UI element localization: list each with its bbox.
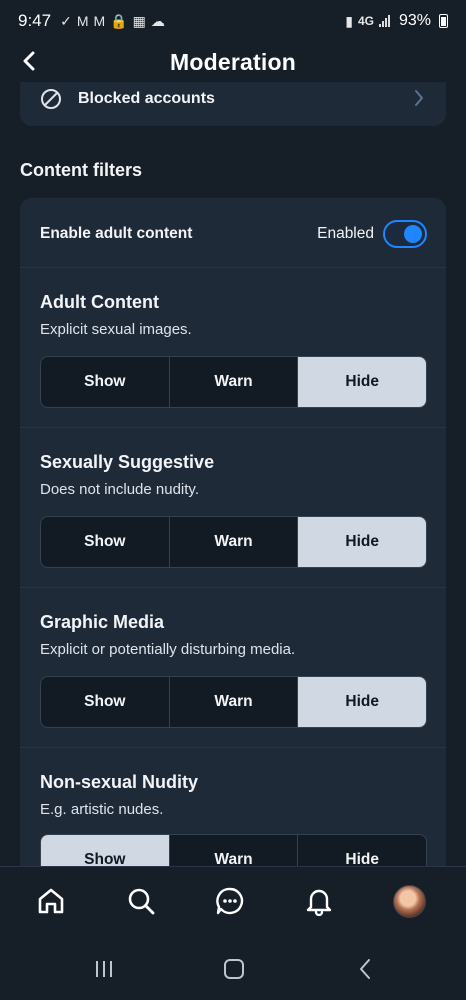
filter-title: Non-sexual Nudity [40, 772, 199, 792]
recent-apps-button[interactable] [89, 956, 119, 982]
warn-option[interactable]: Warn [170, 357, 299, 407]
gmail-icon: M [93, 13, 106, 29]
filter-adult-content: Adult Content Explicit sexual images. Sh… [20, 268, 446, 428]
block-icon [41, 89, 61, 109]
filter-description: E.g. artistic nudes. [40, 801, 164, 818]
hide-option[interactable]: Hide [298, 835, 426, 866]
bell-icon [306, 889, 332, 916]
enable-adult-content-label: Enable adult content [40, 225, 193, 242]
chat-icon [216, 887, 244, 915]
tab-profile[interactable] [391, 883, 427, 919]
cloud-icon: ☁ [150, 12, 165, 29]
status-left: 9:47 ✓ M M 🔒 ▦ ☁ [18, 11, 165, 31]
gmail-icon: M [76, 13, 89, 29]
tab-search[interactable] [123, 883, 159, 919]
filter-non-sexual-nudity: Non-sexual Nudity E.g. artistic nudes. S… [20, 748, 446, 866]
battery-percent: 93% [398, 12, 431, 29]
home-icon [38, 888, 64, 914]
signal-icon [378, 15, 390, 27]
enable-adult-content-row[interactable]: Enable adult content Enabled [20, 198, 446, 268]
show-option[interactable]: Show [41, 835, 170, 866]
back-nav-icon [360, 959, 370, 979]
filter-title: Adult Content [40, 292, 159, 312]
status-bar: 9:47 ✓ M M 🔒 ▦ ☁ ▮ 4G 93% [0, 0, 466, 42]
recent-apps-icon [96, 961, 112, 977]
hide-option[interactable]: Hide [298, 677, 426, 727]
show-option[interactable]: Show [41, 357, 170, 407]
back-arrow-icon [23, 51, 35, 71]
warn-option[interactable]: Warn [170, 677, 299, 727]
toggle-knob [404, 225, 422, 243]
chevron-right-icon [415, 90, 423, 106]
filter-segmented-control: Show Warn Hide [40, 516, 427, 568]
filter-sexually-suggestive: Sexually Suggestive Does not include nud… [20, 428, 446, 588]
toggle-state-label: Enabled [317, 225, 374, 242]
back-button[interactable] [14, 46, 44, 76]
avatar [392, 884, 426, 918]
bottom-tab-bar [0, 866, 466, 938]
filter-segmented-control: Show Warn Hide [40, 834, 427, 866]
status-time: 9:47 [18, 11, 52, 30]
search-icon [128, 888, 155, 915]
header: Moderation [0, 42, 466, 82]
hide-option[interactable]: Hide [298, 517, 426, 567]
tab-chat[interactable] [212, 883, 248, 919]
battery-saver-icon: ▮ [345, 12, 353, 29]
content-filters-card: Enable adult content Enabled Adult Conte… [20, 198, 446, 866]
hide-option[interactable]: Hide [298, 357, 426, 407]
check-icon: ✓ [60, 12, 72, 29]
adult-content-toggle[interactable] [383, 220, 427, 248]
filter-description: Explicit or potentially disturbing media… [40, 641, 296, 658]
blocked-accounts-label: Blocked accounts [78, 90, 215, 107]
tab-notifications[interactable] [301, 883, 337, 919]
battery-icon [439, 14, 448, 28]
show-option[interactable]: Show [41, 517, 170, 567]
network-type: 4G [357, 14, 374, 28]
filter-title: Sexually Suggestive [40, 452, 215, 472]
blocked-accounts-item[interactable]: Blocked accounts [20, 82, 446, 126]
moderation-content[interactable]: Blocked accounts Content filters Enable … [0, 82, 466, 866]
warn-option[interactable]: Warn [170, 517, 299, 567]
status-right: ▮ 4G 93% [345, 12, 448, 30]
home-square-icon [224, 959, 244, 979]
system-nav-bar [0, 938, 466, 1000]
filter-graphic-media: Graphic Media Explicit or potentially di… [20, 588, 446, 748]
back-nav-button[interactable] [350, 956, 380, 982]
filter-description: Explicit sexual images. [40, 321, 192, 338]
image-icon: ▦ [132, 12, 146, 29]
warn-option[interactable]: Warn [170, 835, 299, 866]
filter-segmented-control: Show Warn Hide [40, 356, 427, 408]
filter-title: Graphic Media [40, 612, 165, 632]
home-button[interactable] [219, 956, 249, 982]
filter-description: Does not include nudity. [40, 481, 199, 498]
content-filters-heading: Content filters [20, 160, 143, 180]
page-title: Moderation [170, 48, 296, 75]
tab-home[interactable] [33, 883, 69, 919]
show-option[interactable]: Show [41, 677, 170, 727]
lock-icon: 🔒 [110, 12, 128, 29]
filter-segmented-control: Show Warn Hide [40, 676, 427, 728]
